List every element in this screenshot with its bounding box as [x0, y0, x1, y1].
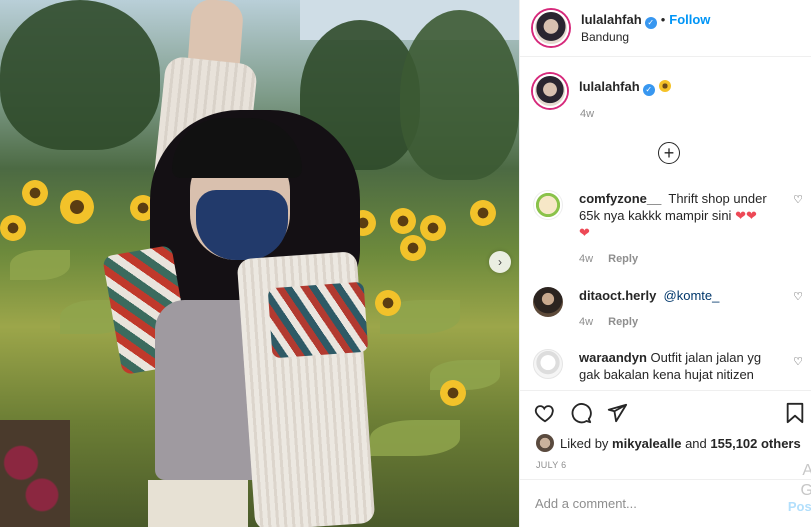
comment: waraandyn Outfit jalan jalan yg gak baka… [533, 349, 803, 383]
comment-timestamp[interactable]: 4w [579, 253, 593, 265]
edge-glyph: G [800, 482, 811, 499]
bookmark-icon [786, 402, 804, 424]
caption: lulalahfah ✓ [533, 74, 671, 108]
comment-body: waraandyn Outfit jalan jalan yg gak baka… [579, 349, 775, 383]
sunflower [390, 208, 416, 234]
comment: comfyzone__ Thrift shop under 65k nya ka… [533, 190, 803, 268]
avatar[interactable] [533, 74, 567, 108]
tree [0, 0, 160, 150]
reply-button[interactable]: Reply [608, 253, 638, 265]
sunflower [60, 190, 94, 224]
sunflower [400, 235, 426, 261]
username-link[interactable]: lulalahfah [581, 12, 642, 27]
face-mask [196, 190, 288, 260]
header-text: lulalahfah ✓ • Follow Bandung [581, 12, 710, 45]
comment-username[interactable]: ditaoct.herly [579, 288, 656, 303]
leaf [10, 250, 70, 280]
plaid-pattern [267, 281, 369, 359]
comment-username[interactable]: comfyzone__ [579, 191, 661, 206]
leaf [430, 360, 500, 390]
heart-icon [534, 405, 554, 423]
post-sidebar: lulalahfah ✓ • Follow Bandung lulalahfah ✓ 4… [519, 0, 811, 527]
sunflower [375, 290, 401, 316]
like-button[interactable] [534, 402, 556, 424]
comment-body: comfyzone__ Thrift shop under 65k nya ka… [579, 190, 775, 268]
tree [400, 10, 519, 180]
avatar[interactable] [533, 190, 563, 220]
like-comment-heart-icon[interactable]: ♡ [793, 290, 803, 303]
chevron-right-icon: › [498, 255, 502, 269]
comment: ditaoct.herly @komte_ 4w Reply ♡ [533, 287, 803, 331]
verified-check-icon: ✓ [642, 84, 655, 96]
reply-button[interactable]: Reply [608, 316, 638, 328]
location-link[interactable]: Bandung [581, 29, 710, 45]
add-comment-bar: Post [520, 479, 811, 527]
next-photo-button[interactable]: › [489, 251, 511, 273]
sunflower [470, 200, 496, 226]
avatar[interactable] [533, 349, 563, 379]
liker-username[interactable]: mikyalealle [612, 436, 681, 451]
paper-plane-icon [607, 403, 628, 423]
post-header: lulalahfah ✓ • Follow Bandung [520, 0, 811, 57]
sunflower-emoji-icon [658, 80, 671, 92]
leaf [370, 420, 460, 456]
likes-summary: Liked by mikyalealle and 155,102 others [536, 434, 801, 452]
share-button[interactable] [606, 402, 628, 424]
post-comment-button[interactable]: Post [788, 499, 811, 514]
save-button[interactable] [784, 402, 806, 424]
likes-count-link[interactable]: 155,102 others [710, 436, 800, 451]
comment-input[interactable] [535, 496, 755, 511]
sunflower [22, 180, 48, 206]
caption-timestamp[interactable]: 4w [580, 108, 594, 120]
post-date[interactable]: JULY 6 [536, 460, 566, 470]
avatar[interactable] [533, 10, 569, 46]
red-flowers [0, 420, 70, 527]
caption-text: lulalahfah ✓ [579, 79, 671, 96]
load-more-comments-button[interactable]: + [658, 142, 680, 164]
action-bar: Liked by mikyalealle and 155,102 others … [520, 390, 811, 478]
comment-timestamp[interactable]: 4w [579, 316, 593, 328]
plus-circle-icon: + [663, 143, 675, 163]
avatar [536, 434, 554, 452]
red-heart-emoji-icon: ❤ [579, 225, 590, 240]
sunflower [0, 215, 26, 241]
likes-and: and [685, 435, 707, 451]
red-heart-emoji-icon: ❤❤ [735, 208, 757, 223]
comment-username[interactable]: waraandyn [579, 350, 647, 365]
verified-check-icon: ✓ [644, 16, 657, 29]
caption-username[interactable]: lulalahfah [579, 79, 640, 94]
jeans [148, 480, 248, 527]
edge-glyph: A [802, 462, 811, 479]
like-comment-heart-icon[interactable]: ♡ [793, 193, 803, 206]
comment-bubble-icon [571, 403, 592, 424]
mention-link[interactable]: @komte_ [664, 288, 720, 303]
avatar[interactable] [533, 287, 563, 317]
separator-dot: • [660, 11, 666, 27]
sunflower [420, 215, 446, 241]
post-photo[interactable]: › [0, 0, 519, 527]
follow-button[interactable]: Follow [669, 12, 710, 27]
comment-body: ditaoct.herly @komte_ 4w Reply [579, 287, 775, 331]
likes-prefix: Liked by [560, 435, 609, 451]
sunflower [440, 380, 466, 406]
comment-button[interactable] [570, 402, 592, 424]
like-comment-heart-icon[interactable]: ♡ [793, 355, 803, 368]
